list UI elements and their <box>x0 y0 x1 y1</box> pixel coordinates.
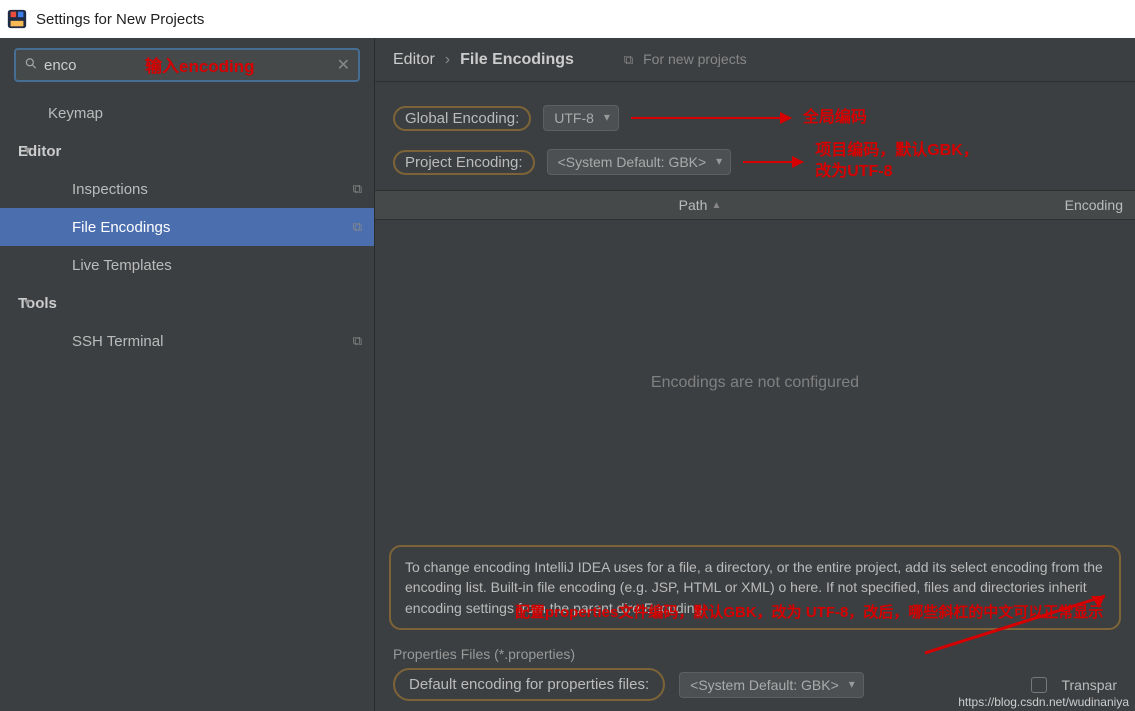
default-properties-encoding-dropdown[interactable]: <System Default: GBK> <box>679 672 864 698</box>
breadcrumb-root[interactable]: Editor <box>393 51 435 69</box>
default-properties-encoding-label: Default encoding for properties files: <box>393 668 665 701</box>
help-description: To change encoding IntelliJ IDEA uses fo… <box>389 545 1121 630</box>
sidebar-item-label: Live Templates <box>72 257 172 274</box>
encodings-table-header: Path ▲ Encoding <box>375 190 1135 220</box>
copy-icon: ⧉ <box>353 333 362 349</box>
column-encoding[interactable]: Encoding <box>1025 191 1135 219</box>
project-encoding-label: Project Encoding: <box>393 150 535 175</box>
transparent-checkbox[interactable] <box>1031 677 1047 693</box>
sidebar-item-label: File Encodings <box>72 219 170 236</box>
settings-tree: Keymap ▼Editor Inspections ⧉ File Encodings ⧉… <box>0 90 374 364</box>
annotation-search: 输入encoding <box>145 52 255 77</box>
column-path[interactable]: Path ▲ <box>375 191 1025 219</box>
watermark: https://blog.csdn.net/wudinaniya <box>958 695 1129 709</box>
chevron-down-icon: ▼ <box>22 297 33 309</box>
window-titlebar: Settings for New Projects <box>0 0 1135 38</box>
sidebar-item-label: Keymap <box>48 105 103 122</box>
sort-asc-icon: ▲ <box>711 200 721 211</box>
global-encoding-dropdown[interactable]: UTF-8 <box>543 105 619 131</box>
copy-icon: ⧉ <box>353 219 362 235</box>
breadcrumb: Editor › File Encodings ⧉ For new projec… <box>375 38 1135 82</box>
intellij-logo-icon <box>6 8 28 30</box>
window-title: Settings for New Projects <box>36 11 204 28</box>
settings-main-panel: Editor › File Encodings ⧉ For new projec… <box>375 38 1135 711</box>
global-encoding-row: Global Encoding: UTF-8 全局编码 <box>393 96 1117 140</box>
encodings-table-empty: Encodings are not configured <box>375 220 1135 545</box>
chevron-right-icon: › <box>445 51 450 69</box>
properties-section-title: Properties Files (*.properties) <box>393 646 1117 668</box>
sidebar-item-inspections[interactable]: Inspections ⧉ <box>0 170 374 208</box>
breadcrumb-leaf: File Encodings <box>460 51 574 69</box>
for-new-projects-label: ⧉ For new projects <box>624 51 747 68</box>
settings-sidebar: ✕ 输入encoding Keymap▼EditorInspections⧉Fi… <box>0 38 375 711</box>
chevron-down-icon: ▼ <box>22 145 33 157</box>
arrow-icon <box>631 117 791 119</box>
sidebar-item-label: SSH Terminal <box>72 333 163 350</box>
sidebar-item-live-templates[interactable]: Live Templates <box>0 246 374 284</box>
annotation-global: 全局编码 <box>803 108 867 129</box>
copy-icon: ⧉ <box>353 181 362 197</box>
copy-icon: ⧉ <box>624 52 633 67</box>
sidebar-item-keymap[interactable]: Keymap <box>0 94 374 132</box>
annotation-properties: 配置properties文件编码，默认GBK，改为 UTF-8，改后，哪些斜杠的… <box>515 603 1103 623</box>
search-icon <box>24 57 38 74</box>
clear-search-icon[interactable]: ✕ <box>337 55 350 75</box>
annotation-project: 项目编码，默认GBK， 改为UTF-8 <box>815 141 979 183</box>
arrow-icon <box>743 161 803 163</box>
global-encoding-label: Global Encoding: <box>393 106 531 131</box>
project-encoding-row: Project Encoding: <System Default: GBK> … <box>393 140 1117 184</box>
sidebar-item-label: Inspections <box>72 181 148 198</box>
sidebar-item-file-encodings[interactable]: File Encodings ⧉ <box>0 208 374 246</box>
sidebar-item-tools[interactable]: ▼Tools <box>0 284 374 322</box>
sidebar-item-ssh-terminal[interactable]: SSH Terminal ⧉ <box>0 322 374 360</box>
project-encoding-dropdown[interactable]: <System Default: GBK> <box>547 149 732 175</box>
transparent-label: Transpar <box>1061 677 1117 693</box>
sidebar-item-editor[interactable]: ▼Editor <box>0 132 374 170</box>
